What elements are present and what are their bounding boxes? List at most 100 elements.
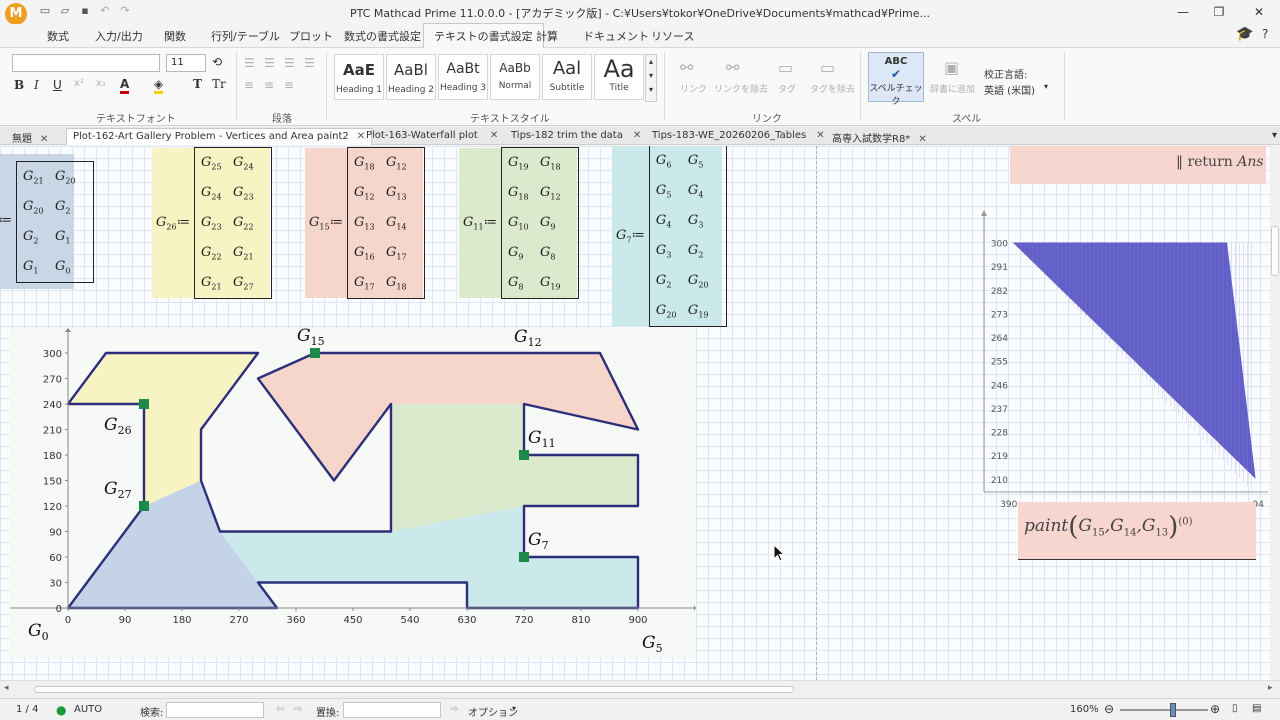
spell-check-button[interactable]: ABC ✔ スペルチェック xyxy=(868,52,924,107)
tab-tips-183[interactable]: Tips-183-WE_20260206_Tables ✕ xyxy=(646,128,831,145)
tab-list-chevron-icon[interactable]: ▾ xyxy=(1266,128,1280,145)
close-tab-icon[interactable]: ✕ xyxy=(490,130,498,141)
art-gallery-plot[interactable]: 0 90 180 270 360 450 540 630 720 810 900 0 30 60 90 120… xyxy=(10,326,696,658)
restore-button[interactable]: ❐ xyxy=(1204,2,1234,22)
proof-language-select[interactable]: 英語 (米国) xyxy=(984,82,1035,97)
zoom-slider-thumb[interactable] xyxy=(1170,703,1176,717)
menu-plots[interactable]: プロット xyxy=(289,28,333,44)
close-tab-icon[interactable]: ✕ xyxy=(816,130,824,141)
menu-resources[interactable]: リソース xyxy=(651,28,694,44)
replace-input[interactable] xyxy=(343,702,441,718)
horizontal-scroll-thumb[interactable] xyxy=(34,686,794,693)
vertical-scroll-thumb[interactable] xyxy=(1271,226,1279,276)
align-left-icon[interactable]: ≡ xyxy=(244,78,254,92)
minimize-button[interactable]: — xyxy=(1168,2,1198,22)
font-shrink-icon[interactable]: Tr xyxy=(212,77,226,91)
chevron-down-icon[interactable]: ▾ xyxy=(1044,82,1048,91)
menu-document[interactable]: ドキュメント xyxy=(583,28,649,44)
bullet-list-icon[interactable]: ☰ xyxy=(244,56,255,70)
highlight-icon[interactable]: ◈ xyxy=(154,77,164,94)
style-heading1[interactable]: AaE Heading 1 xyxy=(334,54,384,100)
close-tab-icon[interactable]: ✕ xyxy=(918,134,926,145)
auto-calc-label[interactable]: AUTO xyxy=(74,704,102,715)
close-button[interactable]: ✕ xyxy=(1244,2,1274,22)
font-size-combo[interactable]: 11 xyxy=(166,54,206,72)
bold-button[interactable]: B xyxy=(14,78,24,92)
align-right-icon[interactable]: ≡ xyxy=(284,78,294,92)
tag-button[interactable]: タグ xyxy=(778,82,796,95)
unlink-icon[interactable]: ⚯ xyxy=(726,58,739,77)
scroll-left-icon[interactable]: ◂ xyxy=(4,683,9,693)
style-heading3[interactable]: AaBt Heading 3 xyxy=(438,54,488,100)
menu-math[interactable]: 数式 xyxy=(47,28,69,44)
font-grow-icon[interactable]: T xyxy=(193,77,202,91)
font-color-icon[interactable]: A xyxy=(120,77,130,94)
paint-plot[interactable]: 210 219 228 237 246 255 264 273 282 291 300 390 94 xyxy=(964,208,1270,510)
numbered-list-icon[interactable]: ☰ xyxy=(264,56,275,70)
remove-tag-button[interactable]: タグを除去 xyxy=(810,82,855,95)
page-view-icon[interactable]: ▯ xyxy=(1232,703,1238,714)
return-statement: ‖ return Ans xyxy=(1010,146,1266,184)
matrix-g26[interactable]: G26≔ G25 G24 G24 G23 G23 G22 G22 G21 G21 G27 xyxy=(152,147,273,299)
search-prev-icon[interactable]: ⇦ xyxy=(276,704,284,715)
align-center-icon[interactable]: ≡ xyxy=(264,78,274,92)
menu-functions[interactable]: 関数 xyxy=(164,28,186,44)
tab-plot-162[interactable]: Plot-162-Art Gallery Problem - Vertices … xyxy=(66,128,373,145)
menu-matrices[interactable]: 行列/テーブル xyxy=(211,28,280,44)
vertical-scrollbar[interactable] xyxy=(1270,146,1280,680)
help-icon[interactable]: ? xyxy=(1262,27,1268,41)
menu-text-formatting[interactable]: テキストの書式設定 xyxy=(423,23,544,48)
search-input[interactable] xyxy=(166,702,264,718)
styles-scroll-icon[interactable]: ▴ ▾ ▾ xyxy=(645,54,657,102)
options-chevron-icon[interactable]: ▾ xyxy=(512,704,516,713)
matrix-cell: G13 xyxy=(386,185,407,202)
superscript-icon[interactable]: x² xyxy=(74,78,84,89)
tab-kosen[interactable]: 高専入試数学R8* ✕ xyxy=(826,128,933,145)
menu-calculation[interactable]: 計算 xyxy=(536,28,558,44)
paint-expression[interactable]: paint(G15,G14,G13)(0) xyxy=(1018,502,1256,560)
underline-button[interactable]: U xyxy=(53,78,62,92)
replace-icon[interactable]: ⇨ xyxy=(450,704,458,715)
scroll-right-icon[interactable]: ▸ xyxy=(1268,683,1273,693)
zoom-in-icon[interactable]: ⊕ xyxy=(1210,702,1220,716)
indent-icon[interactable]: ☰ xyxy=(284,56,295,70)
refresh-font-icon[interactable]: ⟲ xyxy=(212,55,222,69)
matrix-cell: G12 xyxy=(540,185,561,202)
outdent-icon[interactable]: ☰ xyxy=(304,56,315,70)
horizontal-scrollbar[interactable]: ◂ ▸ xyxy=(0,680,1280,698)
add-dictionary-icon[interactable]: ▣ xyxy=(944,58,959,77)
graduation-cap-icon[interactable]: 🎓 xyxy=(1236,26,1253,42)
matrix-g11[interactable]: G11≔ G19 G18 G18 G12 G10 G9 G9 G8 G8 G19 xyxy=(459,147,580,299)
zoom-out-icon[interactable]: ⊖ xyxy=(1104,702,1114,716)
remove-tag-icon[interactable]: ▭ xyxy=(820,58,835,77)
tab-plot-163[interactable]: Plot-163-Waterfall plot ✕ xyxy=(360,128,504,145)
zoom-slider-track[interactable] xyxy=(1120,709,1208,711)
close-tab-icon[interactable]: ✕ xyxy=(40,134,48,145)
add-dictionary-button[interactable]: 辞書に追加 xyxy=(930,82,975,95)
matrix-cell: G0 xyxy=(55,258,71,276)
italic-button[interactable]: I xyxy=(34,78,39,92)
matrix-g27[interactable]: G27≔ G21 G20 G20 G2 G2 G1 G1 G0 xyxy=(0,154,95,289)
search-next-icon[interactable]: ⇨ xyxy=(294,704,302,715)
style-normal[interactable]: AaBb Normal xyxy=(490,54,540,100)
style-heading2[interactable]: AaBl Heading 2 xyxy=(386,54,436,100)
link-icon[interactable]: ⚯ xyxy=(680,58,693,77)
worksheet-canvas[interactable]: G27≔G21G20G20G2G2G1G1G0 G26≔G25G24G24G23G… xyxy=(0,146,1270,680)
style-subtitle[interactable]: Aal Subtitle xyxy=(542,54,592,100)
style-title[interactable]: Aa Title xyxy=(594,54,644,100)
matrix-g7[interactable]: G7≔ G6 G5 G5 G4 G4 G3 G3 G2 G2 G20 G20 G19 xyxy=(612,146,727,327)
menu-math-formatting[interactable]: 数式の書式設定 xyxy=(344,28,421,44)
close-tab-icon[interactable]: ✕ xyxy=(633,130,641,141)
draft-view-icon[interactable]: ▤ xyxy=(1252,703,1261,714)
font-name-combo[interactable] xyxy=(12,54,160,72)
tab-untitled[interactable]: 無題 ✕ xyxy=(6,128,54,145)
menu-io[interactable]: 入力/出力 xyxy=(95,28,143,44)
matrix-g15[interactable]: G15≔ G18 G12 G12 G13 G13 G14 G16 G17 G17 G18 xyxy=(305,147,426,299)
tab-tips-182[interactable]: Tips-182 trim the data ✕ xyxy=(505,128,647,145)
link-button[interactable]: リンク xyxy=(680,82,707,95)
tag-icon[interactable]: ▭ xyxy=(778,58,793,77)
remove-link-button[interactable]: リンクを除去 xyxy=(714,82,768,95)
options-button[interactable]: オプション xyxy=(468,704,518,719)
matrix-row: G3 G2 xyxy=(656,236,720,266)
subscript-icon[interactable]: x₂ xyxy=(96,78,106,89)
